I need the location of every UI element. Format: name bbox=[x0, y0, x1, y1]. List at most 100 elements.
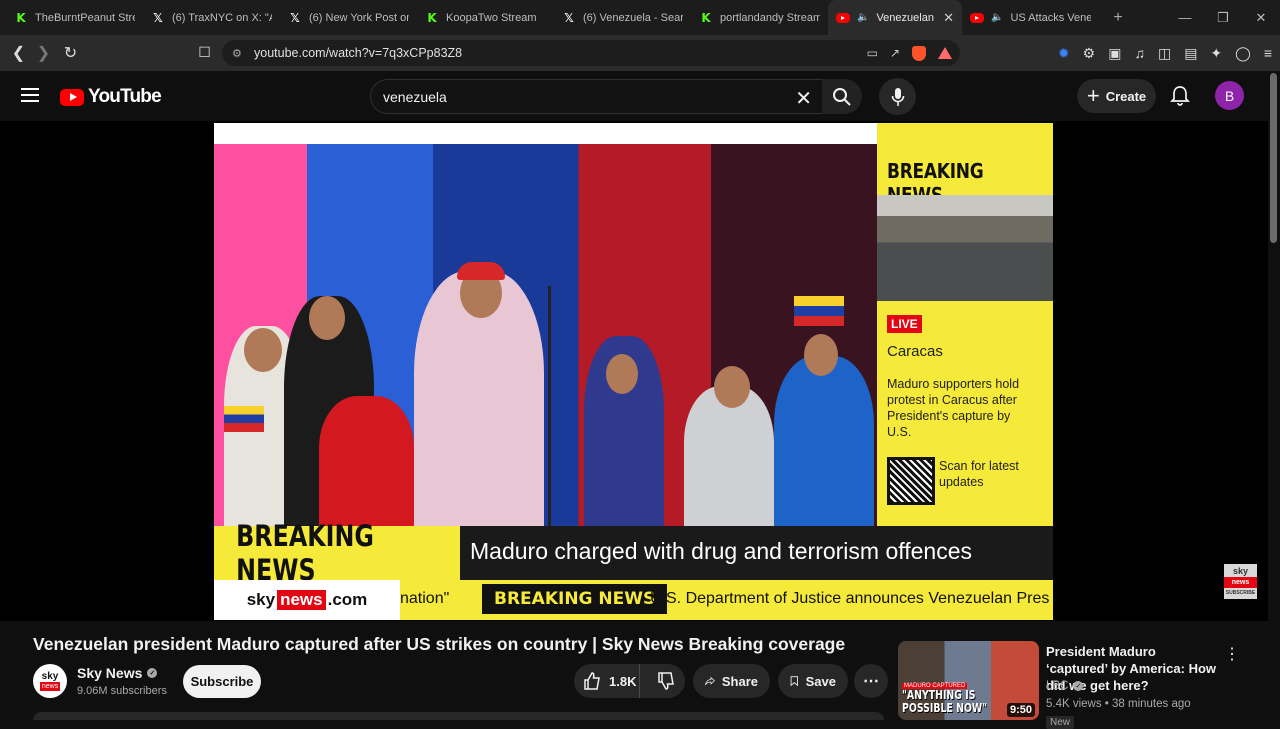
search-icon bbox=[833, 87, 851, 106]
like-count: 1.8K bbox=[609, 673, 637, 689]
sidebar-icon[interactable]: ◫ bbox=[1158, 45, 1171, 62]
clear-search-icon[interactable]: ✕ bbox=[795, 86, 812, 111]
location-label: Caracas bbox=[887, 343, 943, 360]
create-label: Create bbox=[1105, 88, 1147, 104]
new-badge: New bbox=[1046, 716, 1075, 729]
lower-third: BREAKING NEWS Maduro charged with drug a… bbox=[214, 519, 1053, 587]
protest-photo bbox=[877, 195, 1053, 301]
channel-watermark[interactable]: sky news SUBSCRIBE bbox=[1224, 564, 1257, 599]
recommended-thumbnail[interactable]: MADURO CAPTURED "ANYTHING IS POSSIBLE NO… bbox=[898, 641, 1039, 720]
tab-label: TheBurntPeanut Strea bbox=[35, 11, 135, 24]
subscriber-count: 9.06M subscribers bbox=[77, 685, 167, 697]
video-duration: 9:50 bbox=[1006, 703, 1035, 717]
create-button[interactable]: + Create bbox=[1077, 79, 1156, 113]
like-button[interactable]: 1.8K bbox=[574, 664, 641, 698]
search-box: ✕ bbox=[370, 79, 822, 114]
back-icon[interactable]: ❮ bbox=[6, 43, 31, 63]
brave-shields-icon[interactable] bbox=[912, 45, 926, 61]
url-bar[interactable]: ⚙ youtube.com/watch?v=7q3xCPp83Z8 ▭ ↗ bbox=[222, 40, 960, 66]
channel-name[interactable]: Sky News ✓ bbox=[77, 665, 158, 681]
side-description: Maduro supporters hold protest in Caracu… bbox=[887, 377, 1020, 439]
qr-code-icon bbox=[887, 457, 935, 505]
browser-tab[interactable]: 𝕏 (6) Venezuela - Searc bbox=[554, 0, 691, 35]
forward-icon[interactable]: ❯ bbox=[31, 43, 56, 63]
kick-icon: K bbox=[427, 10, 437, 25]
ticker-breaking-tag: BREAKING NEWS bbox=[482, 584, 668, 614]
browser-tab[interactable]: Kportlandandy Stream bbox=[691, 0, 828, 35]
browser-tab[interactable]: 🔈 Venezuelan pr ✕ bbox=[828, 0, 962, 35]
recommended-meta: 5.4K views • 38 minutes ago bbox=[1046, 698, 1191, 710]
page-scrollbar[interactable] bbox=[1270, 73, 1277, 243]
extension-blue-icon[interactable]: ✹ bbox=[1058, 45, 1070, 62]
more-actions-button[interactable]: ⋯ bbox=[854, 664, 888, 698]
cast-icon[interactable]: ▭ bbox=[867, 46, 878, 60]
news-side-panel: BREAKING NEWS LIVE Caracas Maduro suppor… bbox=[877, 123, 1053, 526]
close-window-icon[interactable]: ✕ bbox=[1242, 0, 1280, 35]
share-button[interactable]: Share bbox=[693, 664, 770, 698]
browser-tab[interactable]: 🔈 US Attacks Venez bbox=[962, 0, 1099, 35]
browser-tab[interactable]: 𝕏 (6) TraxNYC on X: "An bbox=[143, 0, 280, 35]
screenshot-icon[interactable]: ▣ bbox=[1108, 45, 1121, 62]
account-avatar[interactable]: B bbox=[1215, 81, 1244, 110]
kick-icon: K bbox=[16, 10, 26, 25]
dislike-button[interactable] bbox=[647, 671, 685, 691]
breaking-news-tag: BREAKING NEWS bbox=[214, 519, 460, 587]
like-dislike-group: 1.8K bbox=[574, 664, 685, 698]
browser-toolbar: ❮ ❯ ↻ ☐ ⚙ youtube.com/watch?v=7q3xCPp83Z… bbox=[0, 35, 1280, 71]
reload-icon[interactable]: ↻ bbox=[58, 43, 83, 63]
browser-tab[interactable]: 𝕏 (6) New York Post on bbox=[280, 0, 417, 35]
share-page-icon[interactable]: ↗ bbox=[890, 46, 900, 60]
menu-icon[interactable]: ≡ bbox=[1264, 45, 1272, 61]
tab-label: (6) New York Post on bbox=[309, 11, 409, 24]
voice-search-button[interactable] bbox=[879, 78, 916, 115]
vpn-icon[interactable]: ◯ bbox=[1235, 45, 1251, 62]
minimize-icon[interactable]: — bbox=[1166, 0, 1204, 35]
site-settings-icon[interactable]: ⚙ bbox=[232, 47, 254, 60]
live-badge: LIVE bbox=[887, 315, 922, 333]
subscribe-button[interactable]: Subscribe bbox=[183, 665, 261, 698]
tab-label: (6) TraxNYC on X: "An bbox=[172, 11, 272, 24]
wallet-icon[interactable]: ▤ bbox=[1184, 45, 1197, 62]
rally-footage bbox=[214, 144, 877, 526]
new-tab-icon[interactable]: + bbox=[1103, 9, 1133, 27]
lower-third-headline: Maduro charged with drug and terrorism o… bbox=[470, 538, 973, 564]
verified-icon: ✓ bbox=[1073, 681, 1084, 691]
microphone-icon bbox=[891, 87, 904, 106]
tab-label: (6) Venezuela - Searc bbox=[583, 11, 683, 24]
restore-icon[interactable]: ❐ bbox=[1204, 0, 1242, 35]
brave-rewards-icon[interactable] bbox=[938, 47, 952, 59]
audio-playing-icon[interactable]: 🔈 bbox=[857, 12, 869, 23]
notifications-bell-icon[interactable] bbox=[1168, 84, 1192, 108]
x-icon: 𝕏 bbox=[153, 10, 163, 25]
extensions-icon[interactable]: ⚙ bbox=[1083, 45, 1096, 62]
search-button[interactable] bbox=[822, 79, 862, 114]
leo-ai-icon[interactable]: ✦ bbox=[1210, 45, 1222, 62]
browser-tab[interactable]: K TheBurntPeanut Strea bbox=[6, 0, 143, 35]
recommended-channel[interactable]: LBC ✓ bbox=[1046, 680, 1084, 692]
window-controls: — ❐ ✕ bbox=[1166, 0, 1280, 35]
thumbs-down-icon bbox=[658, 672, 675, 690]
audio-playing-icon[interactable]: 🔈 bbox=[991, 12, 1003, 23]
media-icon[interactable]: ♫ bbox=[1134, 45, 1145, 61]
browser-tab[interactable]: K KoopaTwo Stream bbox=[417, 0, 554, 35]
guide-menu-icon[interactable] bbox=[21, 88, 39, 102]
browser-tab-bar: K TheBurntPeanut Strea 𝕏 (6) TraxNYC on X: … bbox=[0, 0, 1280, 35]
thumbs-up-icon bbox=[584, 672, 600, 690]
video-frame[interactable]: BREAKING NEWS LIVE Caracas Maduro suppor… bbox=[214, 123, 1053, 620]
tab-label: KoopaTwo Stream bbox=[446, 11, 537, 24]
youtube-play-icon bbox=[60, 88, 84, 106]
search-input[interactable] bbox=[383, 88, 763, 105]
description-box[interactable] bbox=[33, 712, 884, 720]
save-bookmark-icon bbox=[790, 676, 798, 687]
ticker-story: U.S. Department of Justice announces Ven… bbox=[650, 590, 1050, 607]
extensions-row: ✹ ⚙ ▣ ♫ ◫ ▤ ✦ ◯ ≡ bbox=[1058, 35, 1272, 71]
close-tab-icon[interactable]: ✕ bbox=[943, 10, 954, 26]
save-button[interactable]: Save bbox=[778, 664, 848, 698]
channel-avatar[interactable]: sky news bbox=[33, 664, 67, 698]
youtube-logo[interactable]: YouTube bbox=[60, 86, 162, 108]
tab-label: portlandandy Stream bbox=[720, 11, 820, 24]
more-options-icon[interactable]: ⋮ bbox=[1224, 644, 1240, 664]
video-player[interactable]: BREAKING NEWS LIVE Caracas Maduro suppor… bbox=[0, 121, 1268, 621]
scan-label: Scan for latest updates bbox=[939, 459, 1019, 489]
bookmark-icon[interactable]: ☐ bbox=[192, 44, 217, 61]
